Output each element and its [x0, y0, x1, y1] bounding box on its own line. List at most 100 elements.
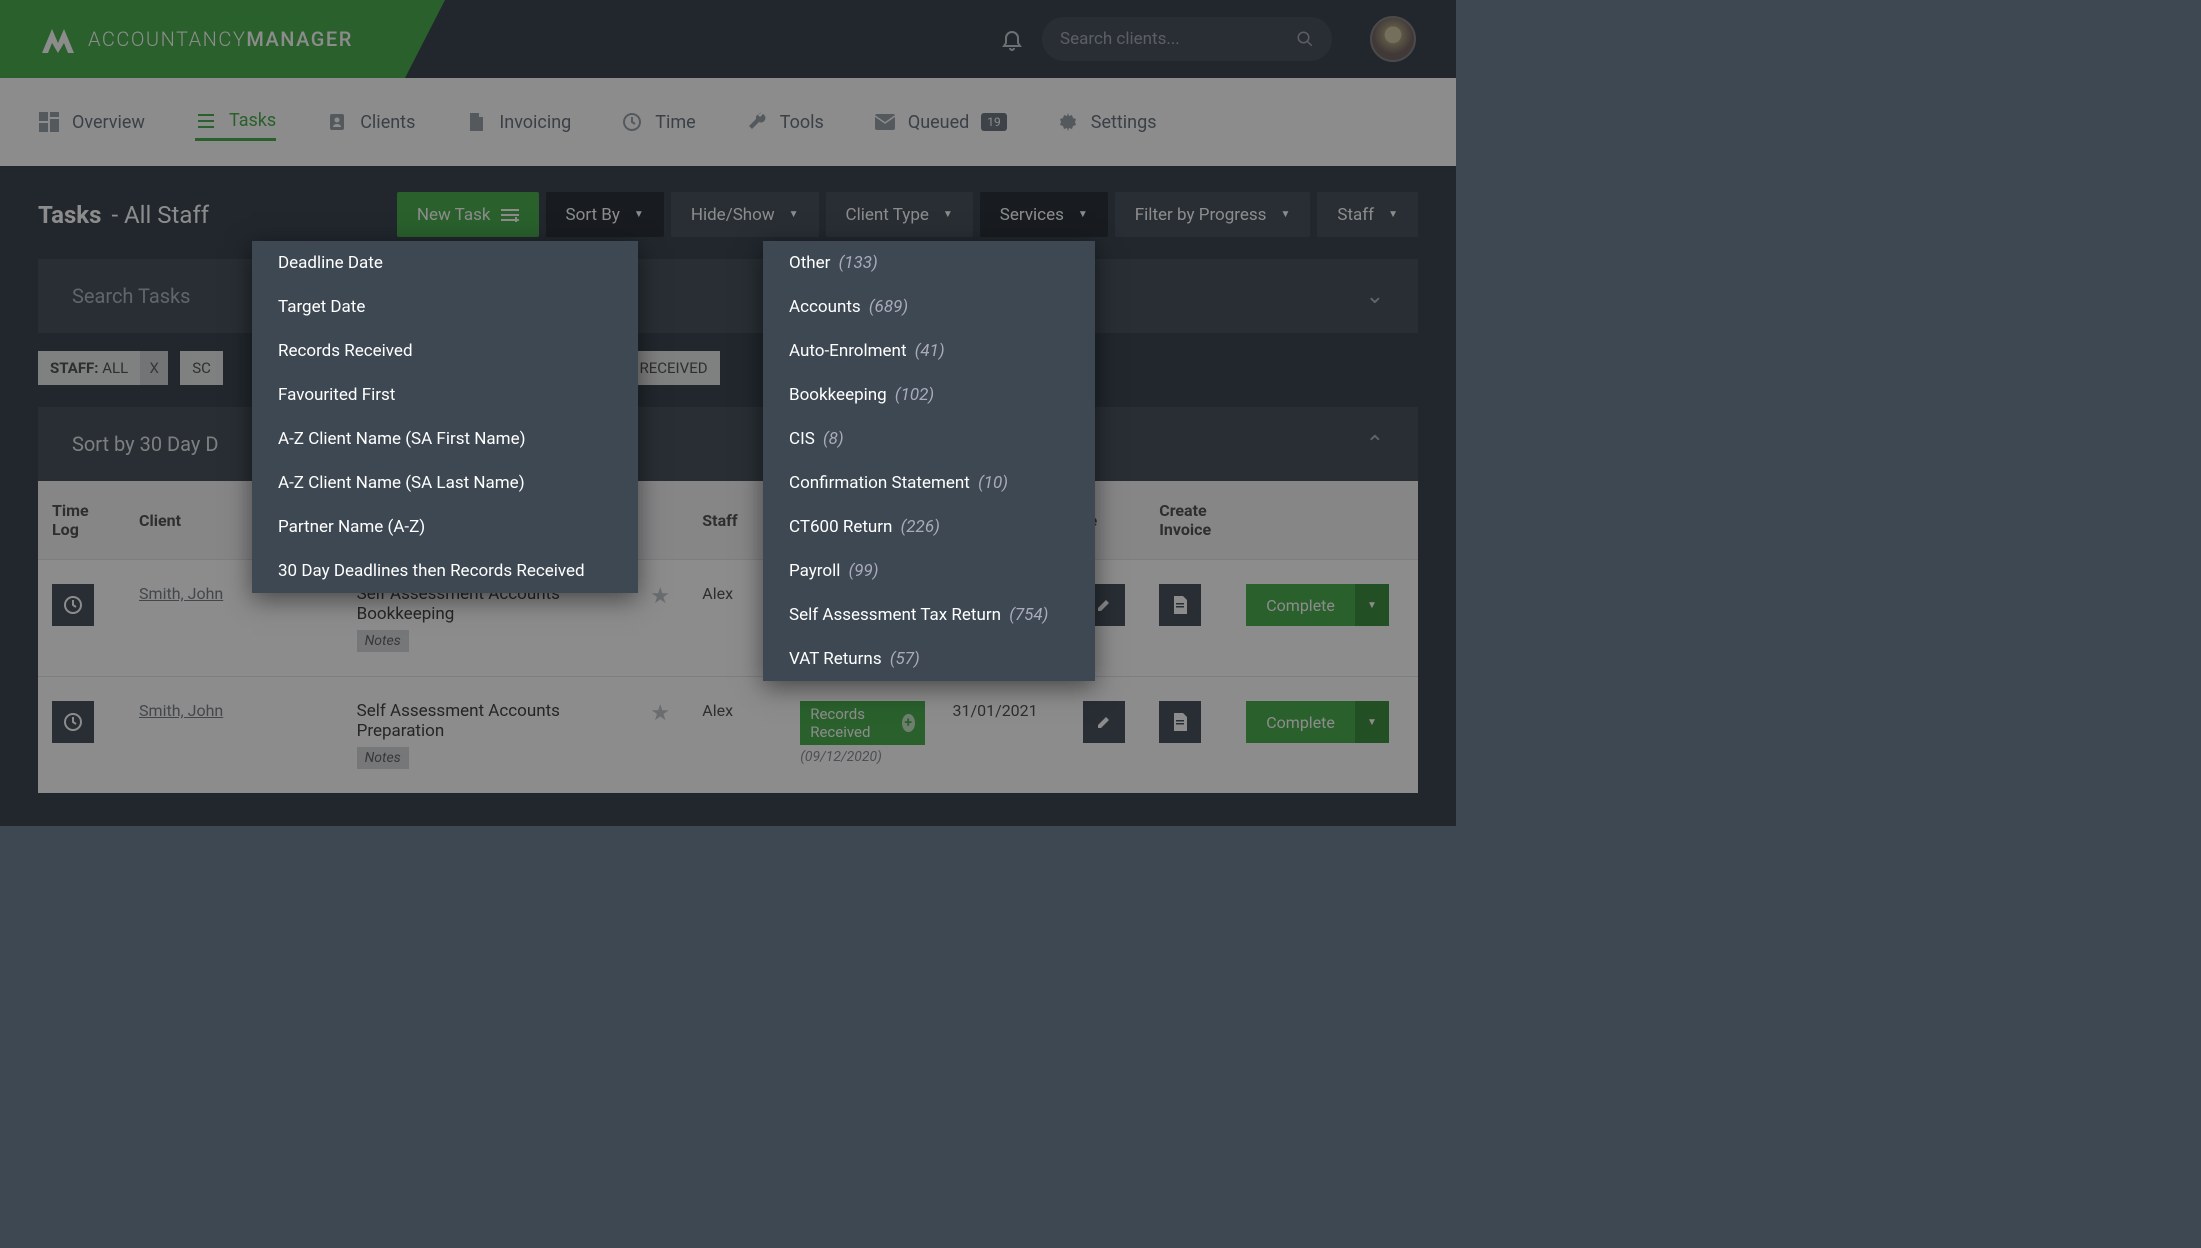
nav-tools[interactable]: Tools	[746, 111, 824, 133]
invoice-button[interactable]	[1159, 584, 1201, 626]
nav-queued[interactable]: Queued 19	[874, 111, 1007, 133]
service-option[interactable]: Bookkeeping (102)	[763, 373, 1095, 417]
service-option[interactable]: Self Assessment Tax Return (754)	[763, 593, 1095, 637]
logo[interactable]: ACCOUNTANCYMANAGER	[0, 25, 353, 53]
edit-button[interactable]	[1083, 701, 1125, 743]
records-received-badge[interactable]: Records Received+	[800, 701, 924, 745]
service-option[interactable]: Confirmation Statement (10)	[763, 461, 1095, 505]
records-date: (09/12/2020)	[800, 749, 924, 765]
service-option[interactable]: Accounts (689)	[763, 285, 1095, 329]
invoice-button[interactable]	[1159, 701, 1201, 743]
filter-progress-button[interactable]: Filter by Progress▼	[1115, 192, 1311, 237]
clients-icon	[326, 111, 348, 133]
complete-dropdown[interactable]: ▼	[1355, 584, 1389, 626]
nav-invoicing-label: Invoicing	[499, 112, 571, 133]
avatar[interactable]	[1370, 16, 1416, 62]
nav-time[interactable]: Time	[621, 111, 695, 133]
content-area: Tasks- All Staff New Task Sort By▼ Hide/…	[0, 166, 1456, 819]
sort-option[interactable]: Target Date	[252, 285, 638, 329]
sort-by-dropdown: Deadline DateTarget DateRecords Received…	[252, 241, 638, 593]
tasks-table: Time Log Client Task Staff te Create Inv…	[38, 481, 1418, 793]
clock-icon	[621, 111, 643, 133]
chevron-down-icon[interactable]: ⌄	[1366, 284, 1384, 309]
complete-dropdown[interactable]: ▼	[1355, 701, 1389, 743]
sort-option[interactable]: 30 Day Deadlines then Records Received	[252, 549, 638, 593]
sort-by-button[interactable]: Sort By▼	[546, 192, 664, 237]
service-option[interactable]: CIS (8)	[763, 417, 1095, 461]
caret-down-icon: ▼	[789, 209, 799, 220]
time-log-button[interactable]	[52, 701, 94, 743]
nav-tasks[interactable]: Tasks	[195, 110, 276, 141]
staff-filter-button[interactable]: Staff▼	[1317, 192, 1418, 237]
dashboard-icon	[38, 111, 60, 133]
nav-settings[interactable]: Settings	[1057, 111, 1157, 133]
time-log-button[interactable]	[52, 584, 94, 626]
staff-name: Alex	[688, 677, 786, 794]
notes-tag[interactable]: Notes	[357, 630, 409, 652]
task-name: Self Assessment Accounts Preparation	[357, 701, 623, 741]
nav-settings-label: Settings	[1091, 112, 1157, 133]
service-option[interactable]: VAT Returns (57)	[763, 637, 1095, 681]
new-task-button[interactable]: New Task	[397, 192, 539, 237]
service-option[interactable]: Other (133)	[763, 241, 1095, 285]
star-icon[interactable]: ★	[650, 701, 670, 726]
services-button[interactable]: Services▼	[980, 192, 1108, 237]
chip-partial[interactable]: SC	[180, 351, 223, 385]
client-link[interactable]: Smith, John	[139, 701, 223, 720]
sort-option[interactable]: Favourited First	[252, 373, 638, 417]
service-option[interactable]: CT600 Return (226)	[763, 505, 1095, 549]
chevron-up-icon[interactable]: ⌃	[1366, 432, 1384, 457]
main-nav: Overview Tasks Clients Invoicing Time To…	[0, 78, 1456, 166]
client-link[interactable]: Smith, John	[139, 584, 223, 603]
hide-show-button[interactable]: Hide/Show▼	[671, 192, 819, 237]
logo-text: ACCOUNTANCYMANAGER	[88, 27, 353, 51]
sort-option[interactable]: Deadline Date	[252, 241, 638, 285]
app-header: ACCOUNTANCYMANAGER	[0, 0, 1456, 78]
sort-option[interactable]: Partner Name (A-Z)	[252, 505, 638, 549]
caret-down-icon: ▼	[943, 209, 953, 220]
nav-invoicing[interactable]: Invoicing	[465, 111, 571, 133]
sort-option[interactable]: Records Received	[252, 329, 638, 373]
nav-clients[interactable]: Clients	[326, 111, 415, 133]
global-search-input[interactable]	[1060, 29, 1296, 49]
wrench-icon	[746, 111, 768, 133]
chip-remove-icon[interactable]: X	[140, 351, 168, 385]
service-option[interactable]: Payroll (99)	[763, 549, 1095, 593]
page-title: Tasks- All Staff	[38, 201, 209, 229]
table-row: Smith, John Self Assessment Accounts Prep…	[38, 677, 1418, 794]
caret-down-icon: ▼	[634, 209, 644, 220]
global-search[interactable]	[1042, 17, 1332, 61]
nav-time-label: Time	[655, 112, 695, 133]
sort-option[interactable]: A-Z Client Name (SA First Name)	[252, 417, 638, 461]
nav-clients-label: Clients	[360, 112, 415, 133]
new-task-icon	[501, 208, 519, 222]
caret-down-icon: ▼	[1078, 209, 1088, 220]
filter-chips: STAFF: ALLX SC S RECEIVED	[38, 351, 1418, 385]
table-row: Smith, JohnSelf Assessment Accounts Book…	[38, 560, 1418, 677]
nav-overview[interactable]: Overview	[38, 111, 145, 133]
sort-option[interactable]: A-Z Client Name (SA Last Name)	[252, 461, 638, 505]
complete-button[interactable]: Complete	[1246, 701, 1355, 743]
gear-icon	[1057, 111, 1079, 133]
search-tasks-bar[interactable]: ⌄	[38, 259, 1418, 333]
mail-icon	[874, 111, 896, 133]
nav-tasks-label: Tasks	[229, 110, 276, 131]
notes-tag[interactable]: Notes	[357, 747, 409, 769]
star-icon[interactable]: ★	[650, 584, 670, 609]
caret-down-icon: ▼	[1388, 209, 1398, 220]
col-time-log: Time Log	[38, 481, 125, 560]
nav-tools-label: Tools	[780, 112, 824, 133]
services-dropdown: Other (133)Accounts (689)Auto-Enrolment …	[763, 241, 1095, 681]
search-icon	[1296, 30, 1314, 48]
notification-bell-icon[interactable]	[1000, 27, 1024, 51]
chip-staff[interactable]: STAFF: ALLX	[38, 351, 168, 385]
queued-count-badge: 19	[981, 113, 1007, 131]
caret-down-icon: ▼	[1280, 209, 1290, 220]
service-option[interactable]: Auto-Enrolment (41)	[763, 329, 1095, 373]
sort-band[interactable]: Sort by 30 Day D ⌃	[38, 407, 1418, 481]
nav-queued-label: Queued	[908, 112, 969, 133]
deadline-date: 31/01/2021	[939, 677, 1070, 794]
client-type-button[interactable]: Client Type▼	[826, 192, 973, 237]
plus-icon[interactable]: +	[902, 714, 915, 732]
complete-button[interactable]: Complete	[1246, 584, 1355, 626]
